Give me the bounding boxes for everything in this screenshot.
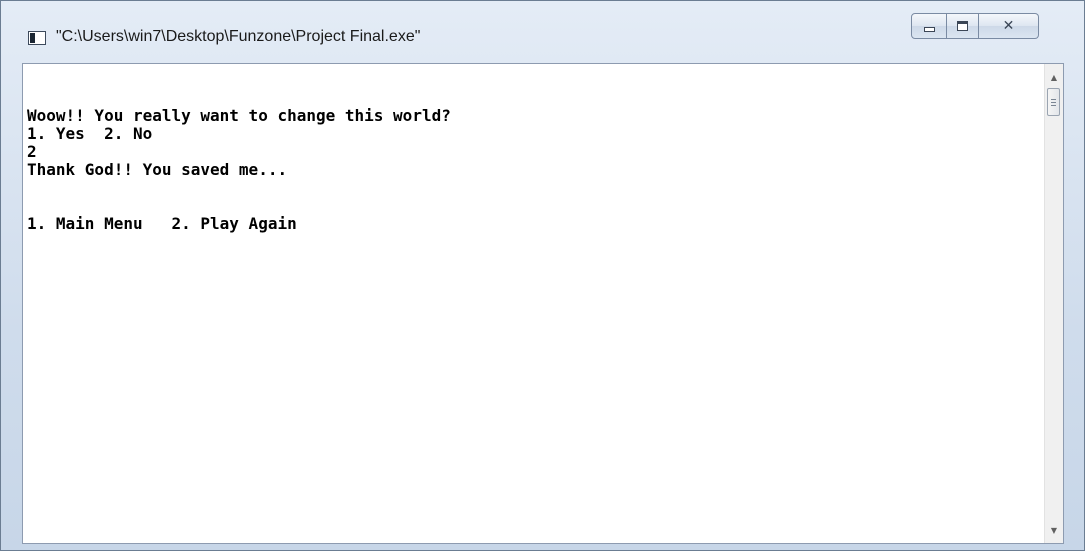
grip-line bbox=[1051, 99, 1056, 100]
window-title: "C:\Users\win7\Desktop\Funzone\Project F… bbox=[56, 28, 421, 45]
grip-line bbox=[1051, 105, 1056, 106]
console-line: 1. Main Menu 2. Play Again bbox=[27, 214, 297, 233]
grip-line bbox=[1051, 102, 1056, 103]
close-button[interactable]: ✕ bbox=[979, 13, 1039, 39]
console-output-area[interactable]: Woow!! You really want to change this wo… bbox=[22, 63, 1064, 544]
close-icon: ✕ bbox=[1002, 18, 1015, 34]
console-app-icon[interactable] bbox=[28, 31, 46, 45]
console-line: 2 bbox=[27, 142, 37, 161]
caption-buttons: ✕ bbox=[911, 13, 1039, 39]
console-line: Thank God!! You saved me... bbox=[27, 160, 288, 179]
minimize-icon bbox=[923, 26, 935, 32]
console-text: Woow!! You really want to change this wo… bbox=[27, 107, 451, 233]
console-line: Woow!! You really want to change this wo… bbox=[27, 106, 451, 125]
scroll-up-arrow-icon[interactable]: ▲ bbox=[1045, 68, 1063, 86]
title-bar[interactable]: "C:\Users\win7\Desktop\Funzone\Project F… bbox=[1, 1, 1084, 63]
console-line: 1. Yes 2. No bbox=[27, 124, 153, 143]
console-window: "C:\Users\win7\Desktop\Funzone\Project F… bbox=[0, 0, 1085, 551]
scroll-thumb[interactable] bbox=[1047, 88, 1060, 116]
vertical-scrollbar[interactable]: ▲ ▼ bbox=[1044, 64, 1063, 543]
maximize-button[interactable] bbox=[947, 13, 979, 39]
scroll-down-arrow-icon[interactable]: ▼ bbox=[1045, 521, 1063, 539]
maximize-icon bbox=[957, 21, 968, 31]
minimize-button[interactable] bbox=[911, 13, 947, 39]
